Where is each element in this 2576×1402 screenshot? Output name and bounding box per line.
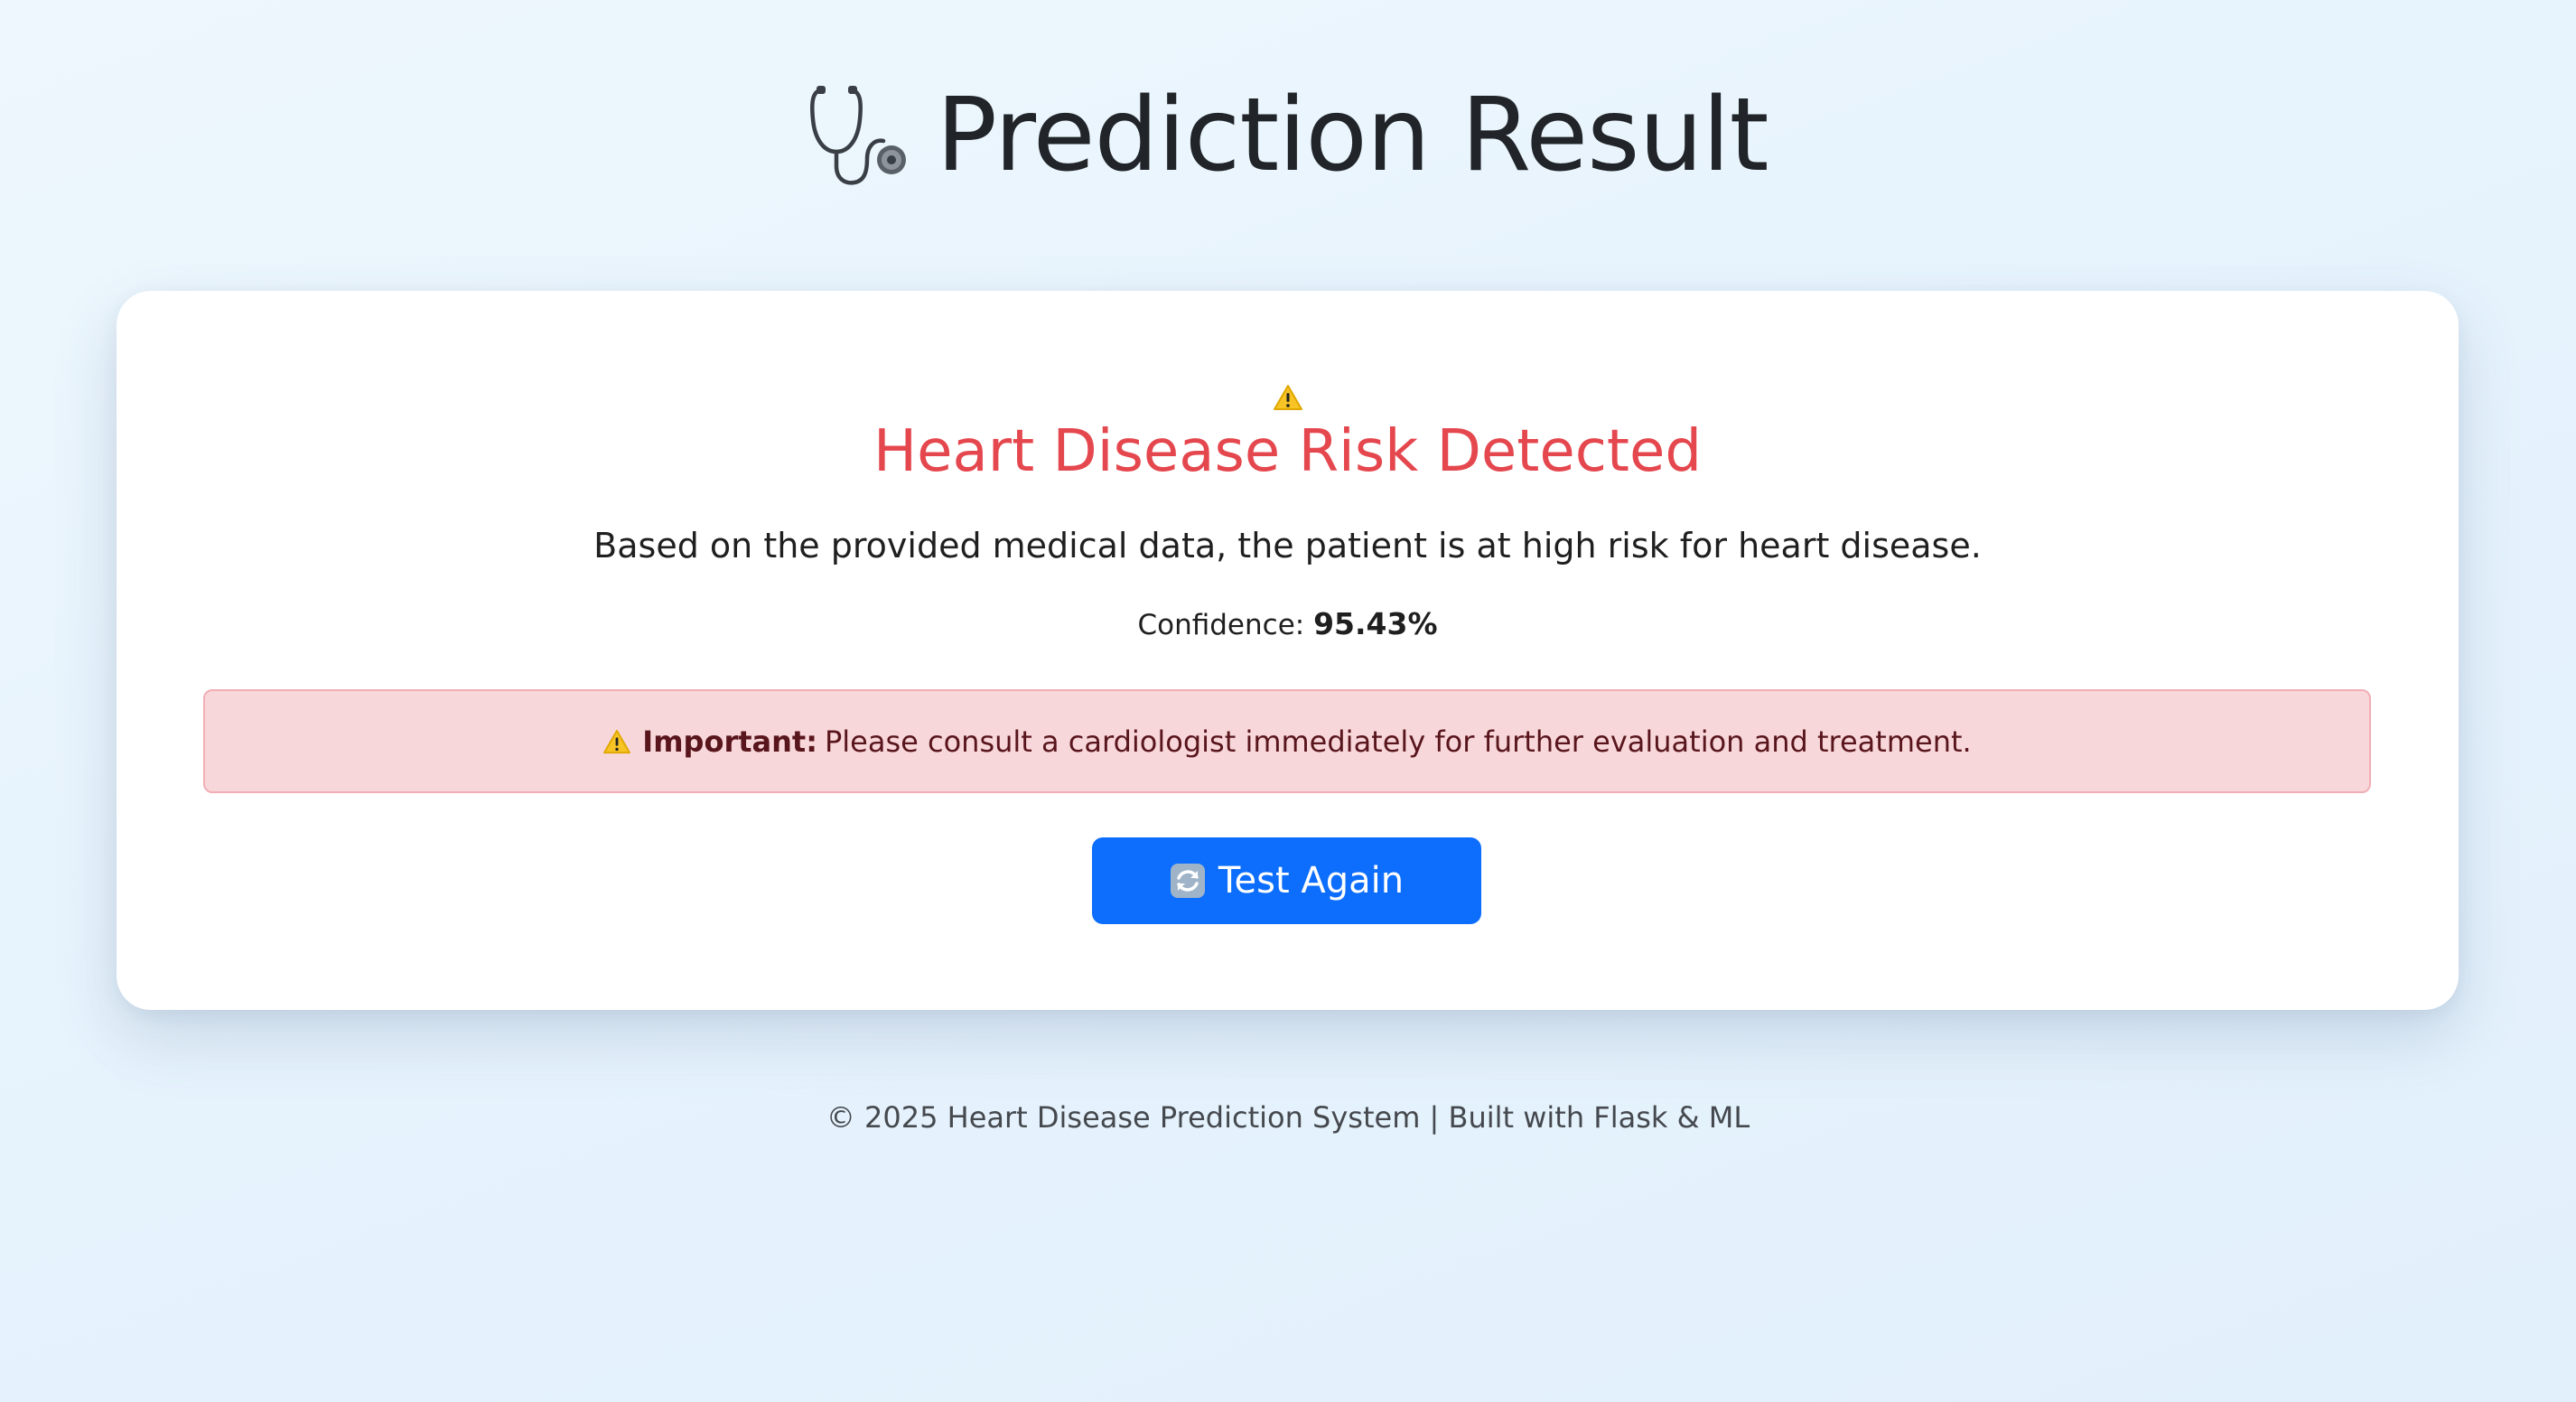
result-description: Based on the provided medical data, the …: [593, 526, 1982, 565]
result-warning: [117, 384, 2459, 411]
alert-strong-label: Important:: [642, 724, 817, 759]
alert-text: Please consult a cardiologist immediatel…: [824, 724, 1972, 759]
important-alert: Important: Please consult a cardiologist…: [203, 689, 2371, 793]
stethoscope-icon: [810, 86, 907, 185]
test-again-button[interactable]: Test Again: [1092, 837, 1481, 924]
confidence-label: Confidence:: [1137, 609, 1305, 641]
confidence-line: Confidence: 95.43%: [117, 605, 2459, 644]
result-card: Heart Disease Risk Detected Based on the…: [117, 291, 2459, 1010]
warning-icon: [1273, 385, 1302, 410]
confidence-value: 95.43%: [1313, 606, 1438, 641]
footer-text: © 2025 Heart Disease Prediction System |…: [826, 1100, 1750, 1135]
warning-icon: [603, 729, 631, 753]
page-header: Prediction Result: [0, 83, 2576, 188]
test-again-label: Test Again: [1218, 860, 1405, 902]
result-title: Heart Disease Risk Detected: [873, 418, 1702, 485]
refresh-icon: [1170, 864, 1205, 898]
page-title: Prediction Result: [936, 77, 1769, 194]
